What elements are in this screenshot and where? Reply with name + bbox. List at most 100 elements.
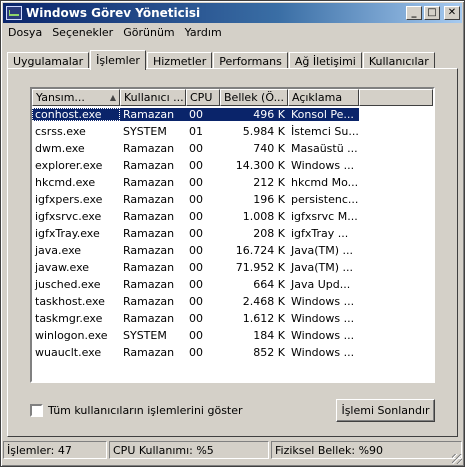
process-memory-cell: 2.468 K (242, 295, 285, 308)
tab-ag-iletisimi[interactable]: Ağ İletişimi (288, 52, 362, 69)
process-cpu-cell: 00 (189, 295, 203, 308)
process-user-cell: Ramazan (123, 159, 175, 172)
column-header-image-label: Yansım... (36, 91, 85, 104)
process-user-cell: Ramazan (123, 312, 175, 325)
process-user-cell: Ramazan (123, 295, 175, 308)
process-user-cell: Ramazan (123, 142, 175, 155)
process-cpu-cell: 00 (189, 278, 203, 291)
process-image-cell: csrss.exe (35, 125, 86, 138)
process-cpu-cell: 00 (189, 210, 203, 223)
table-row[interactable]: igfxsrvc.exe Ramazan 00 1.008 K igfxsrvc M..… (32, 208, 433, 225)
show-all-users-checkbox[interactable] (30, 403, 43, 417)
window-title: Windows Görev Yöneticisi (26, 6, 201, 20)
process-cpu-cell: 00 (186, 108, 220, 121)
process-cpu-cell: 00 (189, 142, 203, 155)
table-row[interactable]: igfxTray.exe Ramazan 00 208 K igfxTray ... (32, 225, 433, 242)
process-cpu-cell: 01 (189, 125, 203, 138)
process-cpu-cell: 00 (189, 176, 203, 189)
process-user-cell: Ramazan (123, 261, 175, 274)
menu-yardim[interactable]: Yardım (180, 26, 227, 39)
process-memory-cell: 664 K (253, 278, 285, 291)
process-image-cell: igfxsrvc.exe (35, 210, 102, 223)
tab-control: Uygulamalar İşlemler Hizmetler Performan… (7, 47, 458, 437)
tab-kullanicilar[interactable]: Kullanıcılar (362, 52, 435, 69)
show-all-users-label[interactable]: Tüm kullanıcıların işlemlerini göster (48, 404, 243, 417)
table-row[interactable]: wuauclt.exe Ramazan 00 852 K Windows ... (32, 344, 433, 361)
process-user-cell: Ramazan (120, 108, 186, 121)
sort-ascending-icon: ▲ (109, 93, 116, 102)
column-header-image[interactable]: Yansım... ▲ (32, 89, 120, 106)
table-row[interactable]: jusched.exe Ramazan 00 664 K Java Upd... (32, 276, 433, 293)
process-memory-cell: 1.008 K (242, 210, 285, 223)
maximize-button[interactable]: □ (424, 6, 440, 20)
process-cpu-cell: 00 (189, 346, 203, 359)
menu-dosya[interactable]: Dosya (3, 26, 47, 39)
table-row[interactable]: dwm.exe Ramazan 00 740 K Masaüstü ... (32, 140, 433, 157)
table-row[interactable]: igfxpers.exe Ramazan 00 196 K persistenc... (32, 191, 433, 208)
table-row[interactable]: conhost.exe Ramazan 00 496 K Konsol Pe... (32, 106, 433, 123)
process-description-cell: İstemci Su... (291, 125, 359, 138)
process-image-cell: igfxpers.exe (35, 193, 103, 206)
process-image-cell: javaw.exe (35, 261, 90, 274)
process-description-cell: Konsol Pe... (288, 108, 359, 121)
table-row[interactable]: hkcmd.exe Ramazan 00 212 K hkcmd Mo... (32, 174, 433, 191)
column-header-description[interactable]: Açıklama (288, 89, 359, 106)
minimize-button[interactable]: _ (406, 6, 422, 20)
process-user-cell: SYSTEM (123, 125, 167, 138)
table-row[interactable]: csrss.exe SYSTEM 01 5.984 K İstemci Su... (32, 123, 433, 140)
status-cpu-usage: CPU Kullanımı: %5 (109, 441, 269, 459)
title-bar[interactable]: Windows Görev Yöneticisi _ □ ✕ (3, 3, 462, 23)
menu-bar: Dosya Seçenekler Görünüm Yardım (3, 23, 462, 41)
column-header-cpu[interactable]: CPU (186, 89, 220, 106)
process-image-cell: jusched.exe (35, 278, 101, 291)
process-image-cell: winlogon.exe (35, 329, 108, 342)
task-manager-app-icon (6, 6, 22, 20)
process-memory-cell: 496 K (220, 108, 288, 121)
process-description-cell: Masaüstü ... (291, 142, 358, 155)
resize-grip-icon[interactable] (452, 454, 462, 464)
process-memory-cell: 184 K (253, 329, 285, 342)
process-description-cell: Windows ... (291, 329, 355, 342)
process-description-cell: igfxTray ... (291, 227, 349, 240)
process-description-cell: Java Upd... (291, 278, 351, 291)
process-description-cell: persistenc... (291, 193, 359, 206)
process-memory-cell: 5.984 K (242, 125, 285, 138)
process-user-cell: SYSTEM (123, 329, 167, 342)
process-description-cell: igfxsrvc M... (291, 210, 358, 223)
process-image-cell: conhost.exe (32, 108, 120, 121)
process-memory-cell: 71.952 K (235, 261, 285, 274)
process-description-cell: Java(TM) ... (291, 244, 354, 257)
process-cpu-cell: 00 (189, 244, 203, 257)
menu-secenekler[interactable]: Seçenekler (47, 26, 118, 39)
process-list[interactable]: Yansım... ▲ Kullanıcı ... CPU Bellek (Ö.… (30, 87, 435, 383)
end-process-button[interactable]: İşlemi Sonlandır (336, 398, 435, 422)
table-row[interactable]: taskhost.exe Ramazan 00 2.468 K Windows ... (32, 293, 433, 310)
table-row[interactable]: winlogon.exe SYSTEM 00 184 K Windows ... (32, 327, 433, 344)
process-memory-cell: 852 K (253, 346, 285, 359)
process-image-cell: explorer.exe (35, 159, 103, 172)
table-row[interactable]: java.exe Ramazan 00 16.724 K Java(TM) ... (32, 242, 433, 259)
column-header-memory[interactable]: Bellek (Ö... (220, 89, 288, 106)
tab-islemler[interactable]: İşlemler (90, 50, 146, 70)
process-user-cell: Ramazan (123, 227, 175, 240)
tab-hizmetler[interactable]: Hizmetler (146, 52, 213, 69)
processes-tab-panel: Yansım... ▲ Kullanıcı ... CPU Bellek (Ö.… (7, 68, 458, 437)
process-image-cell: igfxTray.exe (35, 227, 100, 240)
column-header-filler (359, 89, 433, 106)
close-button[interactable]: ✕ (444, 6, 460, 20)
window-controls: _ □ ✕ (406, 6, 460, 20)
process-user-cell: Ramazan (123, 244, 175, 257)
table-row[interactable]: explorer.exe Ramazan 00 14.300 K Windows ... (32, 157, 433, 174)
tab-performans[interactable]: Performans (213, 52, 288, 69)
table-row[interactable]: taskmgr.exe Ramazan 00 1.612 K Windows ... (32, 310, 433, 327)
process-user-cell: Ramazan (123, 278, 175, 291)
table-row[interactable]: javaw.exe Ramazan 00 71.952 K Java(TM) ... (32, 259, 433, 276)
process-memory-cell: 208 K (253, 227, 285, 240)
process-image-cell: taskmgr.exe (35, 312, 103, 325)
column-header-user[interactable]: Kullanıcı ... (120, 89, 186, 106)
menu-gorunum[interactable]: Görünüm (118, 26, 179, 39)
tab-uygulamalar[interactable]: Uygulamalar (7, 52, 90, 69)
process-image-cell: wuauclt.exe (35, 346, 102, 359)
process-memory-cell: 1.612 K (242, 312, 285, 325)
process-image-cell: taskhost.exe (35, 295, 105, 308)
